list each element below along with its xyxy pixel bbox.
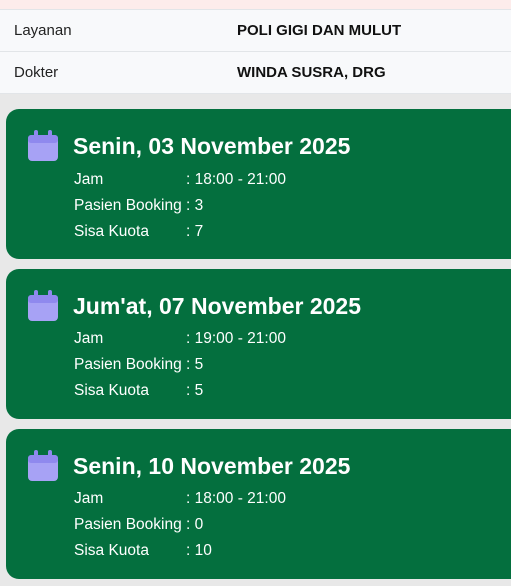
detail-pasien-booking: Pasien Booking: 0 [74,516,203,534]
detail-label: Jam [74,171,104,188]
detail-sisa-kuota: Sisa Kuota: 10 [74,542,212,560]
separator: : [186,171,191,188]
detail-jam: Jam: 18:00 - 21:00 [74,171,286,189]
detail-value: 5 [194,356,204,373]
detail-label: Sisa Kuota [74,542,149,559]
detail-jam: Jam: 19:00 - 21:00 [74,330,286,348]
detail-label: Jam [74,490,104,507]
detail-value: 19:00 - 21:00 [194,330,286,347]
separator: : [186,382,191,399]
detail-pasien-booking: Pasien Booking: 3 [74,197,203,215]
info-label: Layanan [14,22,72,39]
detail-sisa-kuota: Sisa Kuota: 5 [74,382,203,400]
info-row-layanan: Layanan POLI GIGI DAN MULUT [0,9,511,52]
detail-label: Sisa Kuota [74,223,149,240]
detail-label: Sisa Kuota [74,382,149,399]
detail-value: 3 [194,197,204,214]
top-strip [0,0,511,9]
service-info-table: Layanan POLI GIGI DAN MULUT Dokter WINDA… [0,9,511,94]
separator: : [186,490,191,507]
detail-jam: Jam: 18:00 - 21:00 [74,490,286,508]
detail-value: 18:00 - 21:00 [194,171,286,188]
schedule-card[interactable]: Jum'at, 07 November 2025 Jam: 19:00 - 21… [6,269,511,419]
schedule-card[interactable]: Senin, 03 November 2025 Jam: 18:00 - 21:… [6,109,511,259]
separator: : [186,542,191,559]
calendar-icon [28,130,58,161]
info-row-dokter: Dokter WINDA SUSRA, DRG [0,52,511,94]
detail-pasien-booking: Pasien Booking: 5 [74,356,203,374]
info-label: Dokter [14,64,59,81]
separator: : [186,197,191,214]
detail-sisa-kuota: Sisa Kuota: 7 [74,223,203,241]
detail-value: 18:00 - 21:00 [194,490,286,507]
schedule-date: Senin, 03 November 2025 [73,133,351,159]
calendar-icon [28,450,58,481]
calendar-icon [28,290,58,321]
detail-value: 0 [194,516,204,533]
detail-label: Pasien Booking [74,197,182,214]
detail-value: 5 [194,382,204,399]
info-value: WINDA SUSRA, DRG [237,64,386,81]
detail-value: 7 [194,223,204,240]
separator: : [186,516,191,533]
detail-label: Pasien Booking [74,356,182,373]
info-value: POLI GIGI DAN MULUT [237,22,402,39]
separator: : [186,330,191,347]
schedule-card[interactable]: Senin, 10 November 2025 Jam: 18:00 - 21:… [6,429,511,579]
page: Layanan POLI GIGI DAN MULUT Dokter WINDA… [0,0,511,586]
detail-value: 10 [194,542,212,559]
separator: : [186,223,191,240]
schedule-date: Jum'at, 07 November 2025 [73,293,362,319]
detail-label: Jam [74,330,104,347]
separator: : [186,356,191,373]
schedule-date: Senin, 10 November 2025 [73,453,351,479]
detail-label: Pasien Booking [74,516,182,533]
